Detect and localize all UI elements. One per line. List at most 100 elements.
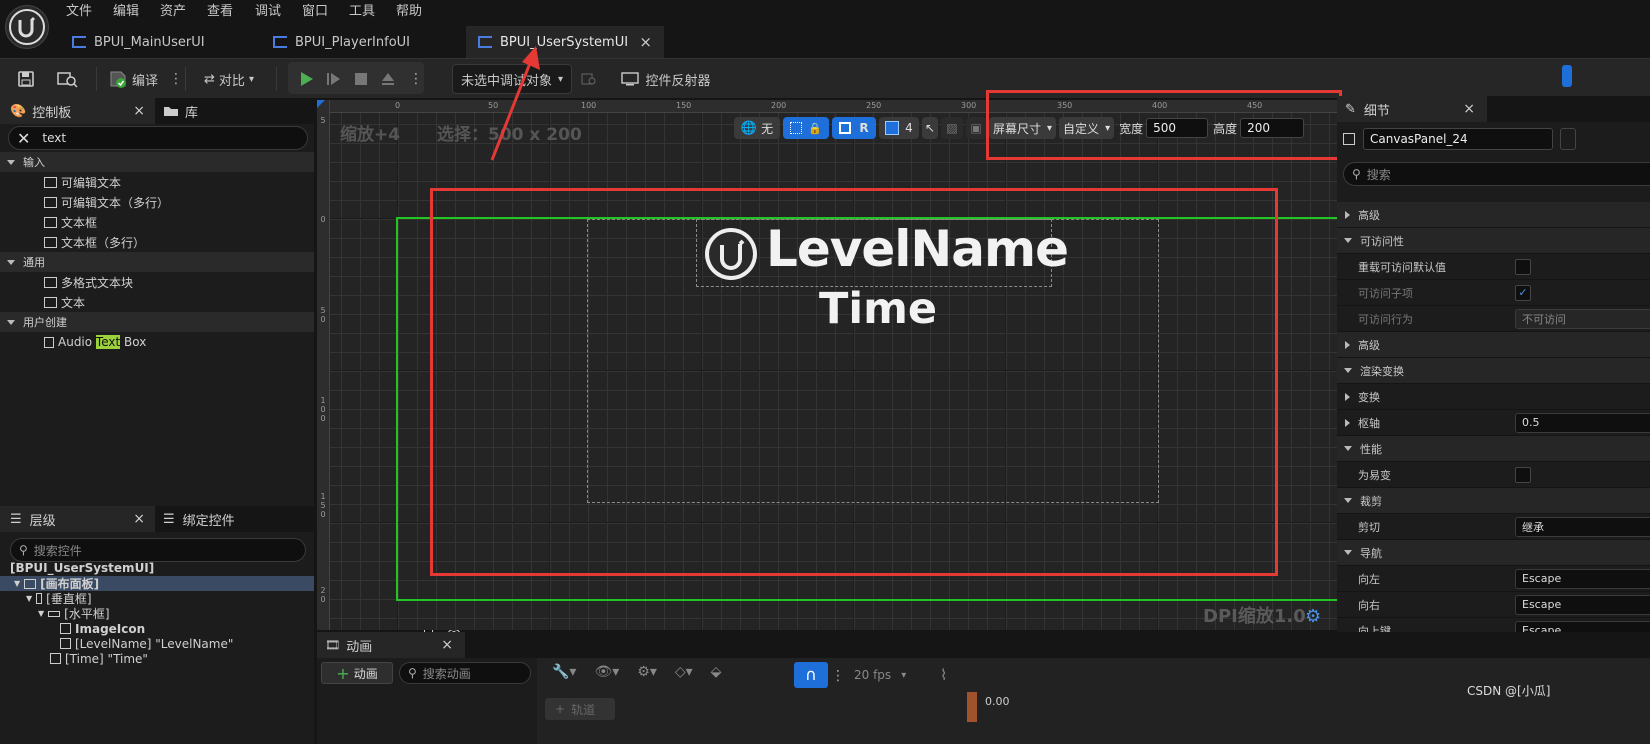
palette-item[interactable]: 可编辑文本（多行）	[0, 192, 314, 212]
close-icon[interactable]: ×	[133, 511, 145, 527]
curve-editor-icon[interactable]: ⌇	[940, 666, 947, 684]
blue-mode-button[interactable]	[1562, 65, 1572, 87]
menu-window[interactable]: 窗口	[302, 2, 328, 22]
save-icon[interactable]	[12, 65, 40, 93]
menu-tools[interactable]: 工具	[349, 2, 375, 22]
animation-search-input[interactable]: ⚲ 搜索动画	[399, 662, 531, 684]
menu-debug[interactable]: 调试	[255, 2, 281, 22]
play-icon[interactable]	[293, 65, 319, 93]
property-transform[interactable]: 变换	[1337, 384, 1650, 410]
override-accessible-checkbox[interactable]	[1515, 258, 1531, 275]
palette-item[interactable]: 文本框（多行）	[0, 232, 314, 252]
grid-snap-button[interactable]: 4	[879, 117, 919, 139]
hierarchy-node-time[interactable]: [Time] "Time"	[0, 651, 463, 667]
tab-animation[interactable]: 🎞 动画 ×	[317, 632, 465, 658]
unreal-logo-icon[interactable]	[5, 5, 49, 49]
palette-item[interactable]: 文本	[0, 292, 314, 312]
widget-name-input[interactable]: CanvasPanel_24	[1363, 128, 1553, 150]
multiline-text-icon	[44, 196, 57, 208]
hierarchy-node-vertical-box[interactable]: ▼ [垂直框]	[0, 591, 407, 607]
is-variable-checkbox[interactable]	[1560, 128, 1576, 150]
wrench-icon[interactable]: 🔧▾	[552, 664, 576, 680]
section-navigation[interactable]: 导航	[1337, 540, 1650, 566]
compile-button[interactable]: 编译	[106, 65, 160, 93]
keyframe-icon[interactable]: ◇▾	[675, 664, 693, 680]
menu-edit[interactable]: 编辑	[113, 2, 139, 22]
eye-options-icon[interactable]: 👁▾	[594, 664, 619, 680]
compile-options-icon[interactable]: ⋮	[169, 65, 183, 93]
tab-bpui-mainuserui[interactable]: BPUI_MainUserUI	[60, 26, 260, 58]
palette-search-input[interactable]: ✕ text	[8, 126, 308, 150]
playhead-marker[interactable]	[967, 692, 977, 722]
tab-hierarchy[interactable]: ☰ 层级 ×	[0, 506, 155, 532]
section-advanced[interactable]: 高级	[1337, 202, 1650, 228]
add-track-button[interactable]: + 轨道	[545, 698, 615, 720]
tab-bind-widgets[interactable]: ☰ 绑定控件	[155, 506, 235, 532]
menu-view[interactable]: 查看	[207, 2, 233, 22]
select-icon[interactable]: ↖	[922, 117, 938, 139]
hierarchy-node-horizontal-box[interactable]: ▼ [水平框]	[0, 606, 425, 622]
eject-icon[interactable]	[375, 65, 401, 93]
autokey-icon[interactable]: ⬙	[711, 664, 722, 680]
accessible-behavior-dropdown[interactable]: 不可访问	[1515, 308, 1650, 329]
menu-file[interactable]: 文件	[66, 2, 92, 22]
hierarchy-root[interactable]: [BPUI_UserSystemUI]	[0, 560, 314, 576]
details-search-input[interactable]: ⚲ 搜索	[1343, 162, 1650, 186]
palette-item[interactable]: 多格式文本块	[0, 272, 314, 292]
preview-icon[interactable]: ▣	[966, 117, 986, 139]
localization-preview-button[interactable]: 🌐 无	[734, 117, 780, 139]
widget-reflector-button[interactable]: 控件反射器	[620, 65, 712, 93]
hierarchy-node-image-icon[interactable]: ImageIcon	[0, 621, 461, 637]
menu-asset[interactable]: 资产	[160, 2, 186, 22]
tab-details[interactable]: ✎ 细节 ×	[1337, 96, 1487, 122]
section-advanced[interactable]: 高级	[1337, 332, 1650, 358]
stop-icon[interactable]	[348, 65, 374, 93]
respect-locks-button[interactable]: 🔒	[783, 117, 829, 139]
section-render-transform[interactable]: 渲染变换	[1337, 358, 1650, 384]
tab-palette[interactable]: 🎨 控制板 ×	[0, 98, 155, 124]
sequencer-toolbar: 🔧▾ 👁▾ ⚙▾ ◇▾ ⬙	[552, 664, 721, 680]
snap-magnet-icon[interactable]: ∩	[794, 662, 828, 688]
snap-options-icon[interactable]: ⋮	[831, 662, 845, 690]
property-pivot[interactable]: 枢轴 0.5	[1337, 410, 1650, 436]
category-common[interactable]: 通用	[0, 252, 314, 272]
close-icon[interactable]: ×	[1463, 101, 1475, 117]
browse-asset-icon[interactable]	[52, 65, 82, 93]
nav-right-dropdown[interactable]: Escape	[1515, 594, 1650, 615]
nav-up-dropdown[interactable]: Escape	[1515, 620, 1650, 632]
clipping-dropdown[interactable]: 继承	[1515, 516, 1650, 537]
debug-search-icon[interactable]	[578, 65, 600, 93]
add-animation-button[interactable]: + 动画	[321, 662, 393, 684]
is-volatile-checkbox[interactable]	[1515, 466, 1531, 483]
close-icon[interactable]: ×	[441, 637, 453, 653]
palette-item[interactable]: 可编辑文本	[0, 172, 314, 192]
section-clipping[interactable]: 裁剪	[1337, 488, 1650, 514]
diff-button[interactable]: ⇄ 对比 ▾	[196, 65, 262, 93]
gear-icon[interactable]: ⚙	[1305, 606, 1321, 627]
section-accessibility[interactable]: 可访问性	[1337, 228, 1650, 254]
pivot-input[interactable]: 0.5	[1515, 412, 1650, 433]
hierarchy-node-canvas-panel[interactable]: ▼ [画布面板]	[0, 576, 415, 592]
close-icon[interactable]: ×	[133, 103, 145, 119]
category-user-created[interactable]: 用户创建	[0, 312, 314, 332]
hierarchy-search-input[interactable]: ⚲ 搜索控件	[10, 538, 306, 562]
layout-transform-button[interactable]: R	[832, 117, 876, 139]
hierarchy-node-levelname[interactable]: [LevelName] "LevelName"	[0, 636, 549, 652]
camera-icon[interactable]: ⚙▾	[637, 664, 657, 680]
clear-search-icon[interactable]: ✕	[17, 129, 30, 148]
accessible-children-checkbox[interactable]: ✓	[1515, 284, 1531, 301]
menu-help[interactable]: 帮助	[396, 2, 422, 22]
section-performance[interactable]: 性能	[1337, 436, 1650, 462]
play-options-icon[interactable]: ⋮	[409, 65, 423, 93]
background-image-icon[interactable]: ▨	[941, 117, 963, 139]
palette-item-audio-text-box[interactable]: Audio Text Box	[0, 332, 314, 352]
step-icon[interactable]	[321, 65, 347, 93]
hierarchy-tree: [BPUI_UserSystemUI] ▼ [画布面板] ▼ [垂直框] ▼ […	[0, 560, 549, 667]
tab-bpui-playerinfoui[interactable]: BPUI_PlayerInfoUI	[261, 26, 465, 58]
fps-dropdown[interactable]: 20 fps ▾	[854, 668, 906, 682]
tab-library[interactable]: 库	[155, 98, 198, 124]
nav-left-dropdown[interactable]: Escape	[1515, 568, 1650, 589]
tab-close-icon[interactable]: ×	[639, 33, 652, 51]
palette-item[interactable]: 文本框	[0, 212, 314, 232]
category-input[interactable]: 输入	[0, 152, 314, 172]
